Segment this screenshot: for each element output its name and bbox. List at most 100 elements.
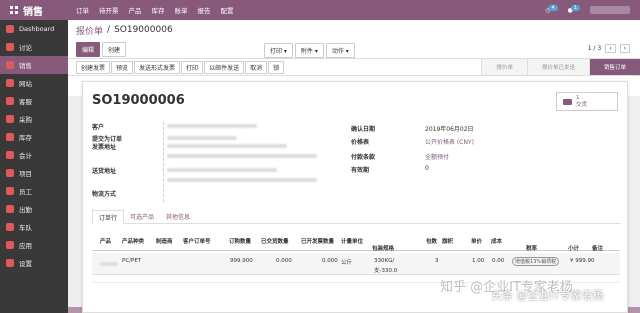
sidebar-item[interactable]: 网站 (0, 74, 68, 92)
print-dropdown[interactable]: 打印 ▾ (264, 43, 293, 58)
col-qty[interactable]: 订购数量 (229, 237, 251, 245)
delivery-address-line2-redacted (167, 178, 317, 182)
sidebar-item[interactable]: 会计 (0, 146, 68, 164)
send-proforma-button[interactable]: 发送形式发票 (134, 60, 181, 74)
cancel-button[interactable]: 取消 (245, 60, 268, 74)
sidebar-app-icon (6, 241, 14, 249)
attachment-dropdown[interactable]: 附件 ▾ (294, 43, 324, 58)
truck-icon (563, 98, 572, 105)
sidebar-item-label: 员工 (19, 188, 32, 196)
sidebar-app-icon (6, 133, 14, 141)
sidebar-item[interactable]: 销售 (0, 56, 68, 74)
col-category[interactable]: 产品种类 (122, 237, 144, 245)
menu-bills[interactable]: 账单 (175, 5, 188, 15)
col-packs[interactable]: 包数 (426, 237, 437, 245)
validity-value[interactable]: 0 (425, 165, 429, 172)
col-tax[interactable]: 税率 (526, 244, 537, 252)
col-manufacturer[interactable]: 制造商 (156, 237, 173, 245)
payment-terms-value[interactable]: 全额预付 (425, 152, 449, 161)
delivery-count: 1 (576, 94, 580, 101)
table-row[interactable]: PC/PET 999.900 0.000 0.000 公斤 330KG/ 支-3… (92, 253, 620, 275)
label-invoice-address: 发票地址 (92, 144, 117, 151)
pager-next-icon[interactable]: › (619, 44, 630, 53)
sidebar-item[interactable]: 库存 (0, 128, 68, 146)
user-menu[interactable] (590, 6, 630, 14)
menu-products[interactable]: 产品 (129, 5, 142, 15)
top-right-tools: ◔ 4 ● 1 (545, 4, 640, 14)
col-product[interactable]: 产品 (100, 237, 111, 245)
tab-order-lines[interactable]: 订单行 (92, 210, 125, 224)
sidebar-item[interactable]: 应用 (0, 236, 68, 254)
print-button[interactable]: 打印 (181, 60, 204, 74)
sidebar-item[interactable]: 讨论 (0, 38, 68, 56)
sidebar-item[interactable]: 项目 (0, 164, 68, 182)
menu-reports[interactable]: 报告 (198, 5, 211, 15)
sidebar-item[interactable]: 设置 (0, 254, 68, 272)
menu-inventory[interactable]: 库存 (152, 5, 165, 15)
sidebar-app-icon (6, 205, 14, 213)
app-switcher[interactable]: 销售 (0, 3, 68, 18)
sidebar-item[interactable]: 采购 (0, 110, 68, 128)
create-invoice-button[interactable]: 创建发票 (76, 60, 111, 74)
col-cost[interactable]: 成本 (491, 237, 502, 245)
col-delivered[interactable]: 已交货数量 (261, 237, 289, 245)
edit-button[interactable]: 编辑 (76, 41, 101, 57)
app-grid-icon[interactable] (10, 6, 18, 14)
sidebar-item[interactable]: 客服 (0, 92, 68, 110)
delivery-label: 交货 (576, 101, 588, 108)
menu-orders[interactable]: 订单 (76, 5, 89, 15)
label-confirm-date: 确认日期 (351, 126, 376, 133)
lock-button[interactable]: 锁 (268, 60, 285, 74)
confirm-date-value[interactable]: 2019年06月02日 (425, 124, 474, 133)
control-panel: 编辑 创建 打印 ▾ 附件 ▾ 动作 ▾ 1 / 3 ‹ › (68, 40, 640, 58)
row-invoiced: 0.000 (322, 258, 338, 264)
delivery-smart-button[interactable]: 1 交货 (556, 92, 618, 111)
menu-to-invoice[interactable]: 待开票 (99, 5, 119, 15)
row-pack-spec-1: 330KG/ (374, 258, 395, 264)
pricelist-value[interactable]: 公开价格表 (CNY) (425, 137, 474, 146)
sidebar-item[interactable]: Dashboard (0, 20, 68, 38)
tab-other-info[interactable]: 其他信息 (160, 210, 196, 223)
row-qty: 999.900 (230, 258, 253, 264)
col-invoiced[interactable]: 已开发票数量 (301, 237, 334, 245)
sidebar-item[interactable]: 出勤 (0, 200, 68, 218)
col-pack-spec[interactable]: 包装规格 (372, 244, 394, 252)
row-subtotal: ¥ 999.90 (570, 258, 595, 264)
col-unit-price[interactable]: 单价 (471, 237, 482, 245)
top-menu: 订单 待开票 产品 库存 账单 报告 配置 (68, 5, 234, 15)
col-uom[interactable]: 计量单位 (341, 237, 363, 245)
stage-quotation[interactable]: 报价单 (481, 59, 527, 75)
col-flag[interactable]: 旗帜 (442, 237, 453, 245)
sidebar-app-icon (6, 223, 14, 231)
tab-optional-products[interactable]: 可选产品 (124, 210, 160, 223)
customer-value-redacted[interactable] (167, 124, 257, 128)
breadcrumb-parent[interactable]: 报价单 (76, 24, 103, 37)
pager-prev-icon[interactable]: ‹ (605, 44, 616, 53)
col-note[interactable]: 备注 (592, 244, 603, 252)
menu-config[interactable]: 配置 (221, 5, 234, 15)
row-uom: 公斤 (341, 260, 353, 266)
invoice-address-redacted[interactable] (167, 144, 287, 148)
col-customer-ref[interactable]: 客户订单号 (183, 237, 211, 245)
stage-quotation-sent[interactable]: 报价单已发送 (526, 59, 589, 75)
messages-button[interactable]: ● 1 (568, 4, 580, 14)
row-delivered: 0.000 (276, 258, 292, 264)
sidebar-item-label: 网站 (19, 80, 32, 88)
col-subtotal[interactable]: 小计 (568, 244, 579, 252)
action-dropdown[interactable]: 动作 ▾ (325, 43, 355, 58)
breadcrumb-current: SO19000006 (114, 25, 173, 35)
preview-button[interactable]: 预览 (111, 60, 134, 74)
delivery-address-redacted[interactable] (167, 168, 277, 172)
sidebar-item[interactable]: 员工 (0, 182, 68, 200)
submit-order-value-redacted[interactable] (167, 136, 237, 140)
sidebar-app-icon (6, 187, 14, 195)
create-button[interactable]: 创建 (102, 41, 127, 57)
row-packs: 3 (435, 258, 439, 264)
activity-button[interactable]: ◔ 4 (545, 4, 558, 14)
sidebar-item[interactable]: 车队 (0, 218, 68, 236)
send-email-button[interactable]: 以邮件发送 (204, 60, 245, 74)
pager-value[interactable]: 1 / 3 (588, 45, 601, 52)
stage-sales-order[interactable]: 销售订单 (588, 59, 640, 75)
row-pack-spec-2: 支-330.0 (374, 268, 398, 274)
sidebar-actions: 打印 ▾ 附件 ▾ 动作 ▾ (264, 43, 357, 58)
